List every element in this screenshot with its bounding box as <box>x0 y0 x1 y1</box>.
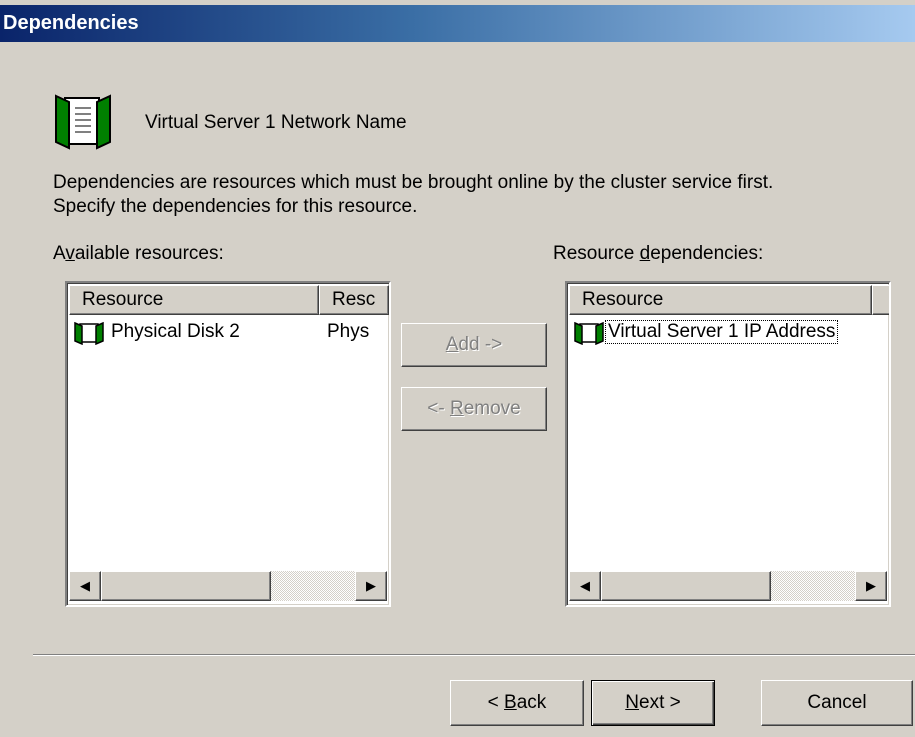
scroll-track[interactable] <box>771 571 855 601</box>
resource-dependencies-label: Resource dependencies: <box>553 243 764 264</box>
next-button[interactable]: Next > <box>591 680 715 726</box>
list-item[interactable]: Virtual Server 1 IP Address <box>571 319 883 349</box>
description-line-2: Specify the dependencies for this resour… <box>53 196 418 217</box>
list-item-name: Virtual Server 1 IP Address <box>605 320 839 344</box>
description-line-1: Dependencies are resources which must be… <box>53 172 774 193</box>
column-header-type[interactable]: Resc <box>319 285 389 315</box>
scroll-right-icon[interactable]: ▶ <box>855 571 887 601</box>
scroll-right-icon[interactable]: ▶ <box>355 571 387 601</box>
scroll-left-icon[interactable]: ◀ <box>569 571 601 601</box>
list-item-name: Physical Disk 2 <box>111 321 240 342</box>
horizontal-scrollbar[interactable]: ◀ ▶ <box>69 571 387 601</box>
book-icon <box>73 321 105 346</box>
remove-button[interactable]: <- Remove <box>401 387 547 431</box>
cancel-button[interactable]: Cancel <box>761 680 913 726</box>
book-icon <box>573 321 605 346</box>
book-icon <box>53 92 113 150</box>
resource-dependencies-list[interactable]: Resource Virtual Server 1 IP Address ◀ ▶ <box>565 281 891 607</box>
available-resources-list[interactable]: Resource Resc Physical Disk 2 Phys ◀ ▶ <box>65 281 391 607</box>
list-item[interactable]: Physical Disk 2 Phys <box>71 319 389 349</box>
title-bar: Dependencies <box>0 5 915 42</box>
scroll-track[interactable] <box>271 571 355 601</box>
window-title: Dependencies <box>3 12 139 34</box>
scroll-thumb[interactable] <box>101 571 271 601</box>
scroll-thumb[interactable] <box>601 571 771 601</box>
resource-name: Virtual Server 1 Network Name <box>145 112 407 133</box>
available-resources-label: Available resources: <box>53 243 224 264</box>
list-item-type: Phys <box>327 321 370 342</box>
add-button[interactable]: Add -> <box>401 323 547 367</box>
back-button[interactable]: < Back <box>450 680 584 726</box>
footer-separator <box>33 654 915 656</box>
column-header-filler <box>872 285 889 315</box>
column-header-resource[interactable]: Resource <box>69 285 319 315</box>
horizontal-scrollbar[interactable]: ◀ ▶ <box>569 571 887 601</box>
scroll-left-icon[interactable]: ◀ <box>69 571 101 601</box>
column-header-resource[interactable]: Resource <box>569 285 872 315</box>
